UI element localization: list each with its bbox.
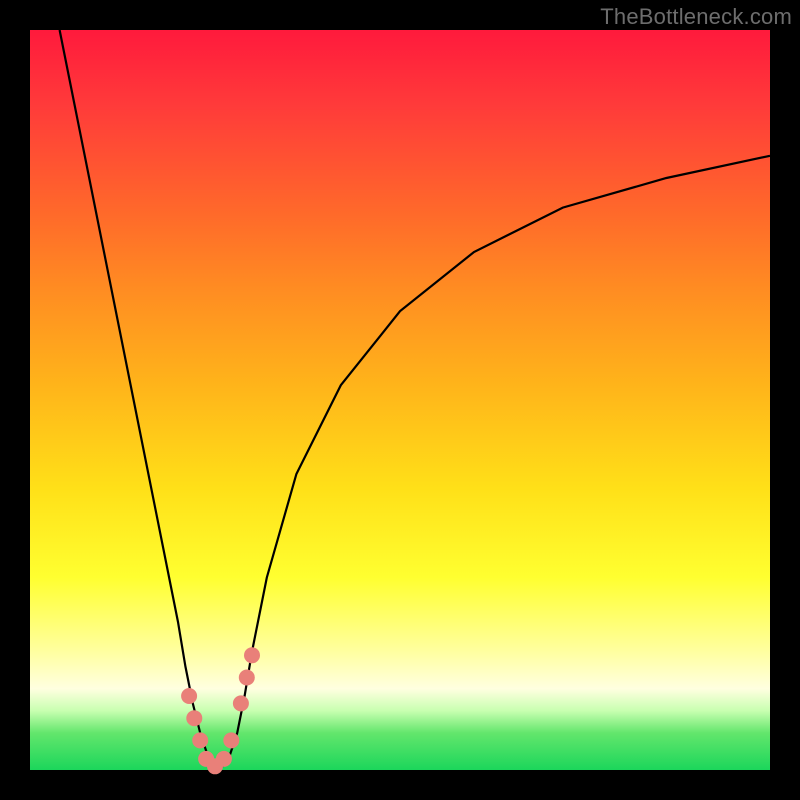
data-marker [244,647,260,663]
data-marker [239,670,255,686]
chart-frame: TheBottleneck.com [0,0,800,800]
marker-layer [181,647,260,774]
bottleneck-curve [60,30,770,766]
data-marker [223,732,239,748]
data-marker [216,751,232,767]
data-marker [186,710,202,726]
data-marker [233,695,249,711]
watermark-text: TheBottleneck.com [600,4,792,30]
data-marker [181,688,197,704]
data-marker [192,732,208,748]
curve-layer [30,30,770,770]
plot-area [30,30,770,770]
